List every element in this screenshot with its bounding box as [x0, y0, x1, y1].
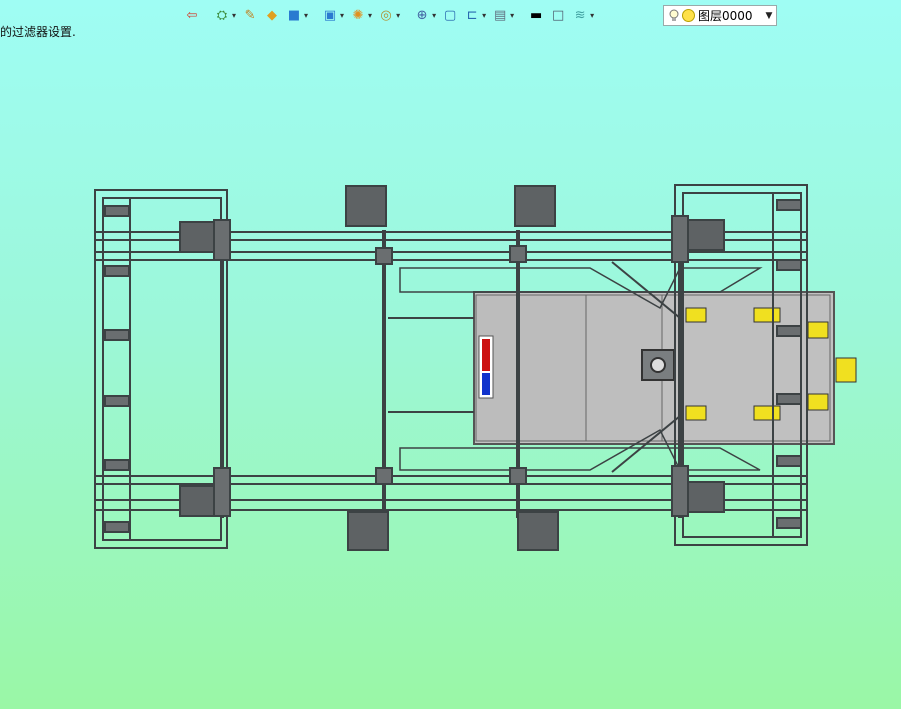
window-button[interactable]: ▢ — [440, 5, 460, 27]
pencil-icon: ✎ — [244, 8, 256, 23]
3d-model-viewport[interactable] — [0, 40, 901, 709]
shaded-cube-icon: ■ — [287, 8, 301, 23]
solid-box-button[interactable]: ◆ — [262, 5, 282, 27]
lightbulb-icon[interactable] — [668, 9, 680, 23]
caret-down-icon[interactable]: ▾ — [482, 5, 486, 27]
gear-sphere-button[interactable]: ✺ ▾ — [348, 5, 374, 27]
filter-icon: ⛭ — [216, 8, 228, 23]
chevron-down-icon[interactable]: ▼ — [762, 11, 776, 21]
layer-stack-icon: ≋ — [574, 8, 586, 23]
view-cube-button[interactable]: ▣ ▾ — [320, 5, 346, 27]
caret-down-icon[interactable]: ▾ — [510, 5, 514, 27]
chassis-frame-model — [94, 184, 857, 551]
pencil-button[interactable]: ✎ — [240, 5, 260, 27]
layer-name: 图层0000 — [698, 9, 753, 23]
layer-select[interactable]: 图层0000 ▼ — [663, 5, 777, 26]
render-mode-button[interactable]: ◎ ▾ — [376, 5, 402, 27]
view-cube-icon: ▣ — [323, 8, 337, 23]
line-color-icon: ▬ — [529, 8, 543, 23]
layer-color-icon[interactable] — [682, 9, 695, 22]
gear-sphere-icon: ✺ — [352, 8, 364, 23]
solid-box-icon: ◆ — [267, 8, 278, 23]
exit-icon: ⇦ — [186, 8, 198, 23]
exit-button[interactable]: ⇦ — [182, 5, 202, 27]
layer-stack-button[interactable]: ≋ ▾ — [570, 5, 596, 27]
caret-down-icon[interactable]: ▾ — [232, 5, 236, 27]
caret-down-icon[interactable]: ▾ — [340, 5, 344, 27]
window-icon: ▢ — [443, 8, 457, 23]
dimension-icon: ⊏ — [466, 8, 478, 23]
filter-button[interactable]: ⛭ ▾ — [212, 5, 238, 27]
render-mode-icon: ◎ — [380, 8, 392, 23]
snap-target-button[interactable]: ⊕ ▾ — [412, 5, 438, 27]
shaded-cube-button[interactable]: ■ ▾ — [284, 5, 310, 27]
fill-color-button[interactable]: □ — [548, 5, 568, 27]
caret-down-icon[interactable]: ▾ — [396, 5, 400, 27]
dimension-button[interactable]: ⊏ ▾ — [462, 5, 488, 27]
caret-down-icon[interactable]: ▾ — [368, 5, 372, 27]
snap-target-icon: ⊕ — [416, 8, 428, 23]
toolbar: ⇦ ⛭ ▾ ✎ ◆ ■ ▾ ▣ ▾ ✺ ▾ ◎ ▾ ⊕ ▾ ▢ ⊏ ▾ ▤ ▾ ▬ □ ≋ ▾ — [182, 4, 596, 28]
caret-down-icon[interactable]: ▾ — [590, 5, 594, 27]
line-color-button[interactable]: ▬ — [526, 5, 546, 27]
background-button[interactable]: ▤ ▾ — [490, 5, 516, 27]
fill-color-icon: □ — [551, 8, 565, 23]
caret-down-icon[interactable]: ▾ — [304, 5, 308, 27]
caret-down-icon[interactable]: ▾ — [432, 5, 436, 27]
status-message: 的过滤器设置. — [0, 25, 76, 39]
background-icon: ▤ — [493, 8, 507, 23]
